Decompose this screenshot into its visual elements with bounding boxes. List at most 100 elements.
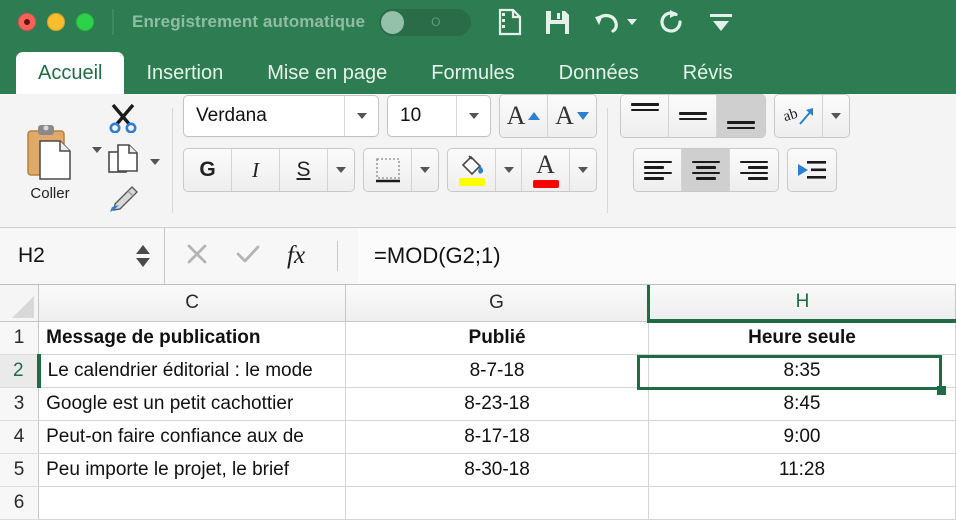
maximize-window-button[interactable] xyxy=(76,13,94,31)
underline-button[interactable]: S xyxy=(280,149,328,191)
align-center-button[interactable] xyxy=(682,149,730,191)
cell-c3-text: Google est un petit cachottier xyxy=(46,392,294,414)
name-box[interactable]: H2 xyxy=(0,228,165,284)
align-top-button[interactable] xyxy=(621,95,669,137)
cell-c5[interactable]: Peu importe le projet, le brief xyxy=(38,453,347,487)
align-right-button[interactable] xyxy=(730,149,778,191)
copy-icon[interactable] xyxy=(106,144,140,179)
column-header-h[interactable]: H xyxy=(648,285,956,323)
save-icon[interactable] xyxy=(544,9,571,36)
column-header-g[interactable]: G xyxy=(345,285,650,322)
cell-h6[interactable] xyxy=(648,486,956,520)
italic-button[interactable]: I xyxy=(232,149,280,191)
format-painter-icon[interactable] xyxy=(106,185,140,218)
confirm-formula-icon[interactable] xyxy=(235,242,261,271)
autosave-toggle[interactable]: O xyxy=(379,8,472,36)
row-header-4[interactable]: 4 xyxy=(0,420,40,454)
cell-h1[interactable]: Heure seule xyxy=(648,321,956,355)
tab-formules[interactable]: Formules xyxy=(409,52,536,94)
fill-color-dropdown-caret[interactable] xyxy=(496,149,522,191)
tab-mise-en-page[interactable]: Mise en page xyxy=(245,52,409,94)
tab-donnees[interactable]: Données xyxy=(537,52,661,94)
decrease-font-size-button[interactable]: A xyxy=(548,95,596,137)
font-size-dropdown-caret[interactable] xyxy=(456,96,490,136)
cell-c2-text: Le calendrier éditorial : le mode xyxy=(47,359,313,381)
minimize-window-button[interactable] xyxy=(47,13,65,31)
cut-icon[interactable] xyxy=(106,103,140,138)
cell-c4[interactable]: Peut-on faire confiance aux de xyxy=(38,420,347,454)
align-bottom-icon xyxy=(727,103,755,129)
row-header-5[interactable]: 5 xyxy=(0,453,40,487)
cell-g6[interactable] xyxy=(345,486,649,520)
fill-color-swatch xyxy=(458,178,485,186)
fill-color-button[interactable] xyxy=(448,149,496,191)
font-name-dropdown-caret[interactable] xyxy=(344,96,378,136)
font-color-swatch xyxy=(532,180,559,188)
align-left-button[interactable] xyxy=(634,149,682,191)
column-header-c[interactable]: C xyxy=(38,285,347,322)
decrease-indent-button[interactable] xyxy=(788,149,836,191)
bold-button[interactable]: G xyxy=(184,149,232,191)
spreadsheet-grid: C G H 1 Message de publication Publié He… xyxy=(0,285,956,520)
cell-c1[interactable]: Message de publication xyxy=(38,321,347,355)
paste-button[interactable]: Coller xyxy=(8,119,92,202)
insert-function-icon[interactable]: fx xyxy=(287,242,305,270)
name-box-stepper[interactable] xyxy=(136,245,164,267)
font-color-button[interactable]: A xyxy=(522,149,570,191)
undo-icon[interactable] xyxy=(592,9,638,35)
align-bottom-button[interactable] xyxy=(717,95,765,137)
cell-h5[interactable]: 11:28 xyxy=(648,453,956,487)
align-middle-button[interactable] xyxy=(669,95,717,137)
tab-accueil[interactable]: Accueil xyxy=(16,52,125,94)
clipboard-actions xyxy=(102,103,160,218)
cell-g5[interactable]: 8-30-18 xyxy=(345,453,649,487)
vertical-align-group xyxy=(620,94,766,138)
row-header-1[interactable]: 1 xyxy=(0,321,40,355)
paste-icon xyxy=(27,125,71,180)
paste-dropdown-caret[interactable] xyxy=(92,146,102,153)
cell-g3[interactable]: 8-23-18 xyxy=(345,387,649,421)
formula-input[interactable]: =MOD(G2;1) xyxy=(358,228,956,284)
close-window-button[interactable] xyxy=(18,13,36,31)
clipboard-group: Coller xyxy=(0,94,168,227)
cell-c2[interactable]: Le calendrier éditorial : le mode xyxy=(38,354,347,388)
cell-c3[interactable]: Google est un petit cachottier xyxy=(38,387,347,421)
row-header-2[interactable]: 2 xyxy=(0,354,41,388)
text-orientation-button[interactable]: ab xyxy=(775,95,823,137)
redo-icon[interactable] xyxy=(658,8,686,36)
cell-h4[interactable]: 9:00 xyxy=(648,420,956,454)
cell-h3[interactable]: 8:45 xyxy=(648,387,956,421)
cell-h2[interactable]: 8:35 xyxy=(648,354,956,388)
tab-insertion[interactable]: Insertion xyxy=(124,52,245,94)
fill-handle[interactable] xyxy=(937,386,946,395)
cell-c6[interactable] xyxy=(38,486,347,520)
column-header-row: C G H xyxy=(0,285,956,323)
group-divider-2 xyxy=(607,108,608,213)
customize-toolbar-icon[interactable] xyxy=(707,11,735,33)
row-header-6[interactable]: 6 xyxy=(0,486,40,520)
font-color-dropdown-caret[interactable] xyxy=(570,149,596,191)
select-all-corner[interactable] xyxy=(0,285,40,322)
row-header-3[interactable]: 3 xyxy=(0,387,40,421)
font-name-combo[interactable]: Verdana xyxy=(183,95,379,137)
ribbon-toolbar: Coller Verdana 10 A A G I S A ab xyxy=(0,94,956,228)
chevron-up-icon[interactable] xyxy=(136,245,150,254)
increase-font-size-button[interactable]: A xyxy=(500,95,548,137)
underline-dropdown-caret[interactable] xyxy=(328,149,354,191)
new-document-icon[interactable] xyxy=(497,8,523,36)
undo-dropdown-caret[interactable] xyxy=(627,19,638,25)
tab-revision[interactable]: Révis xyxy=(661,52,755,94)
underline-label: S xyxy=(296,158,311,181)
font-size-combo[interactable]: 10 xyxy=(387,95,491,137)
bold-label: G xyxy=(199,158,216,181)
borders-dropdown-caret[interactable] xyxy=(412,149,438,191)
copy-dropdown-caret[interactable] xyxy=(150,158,160,165)
cell-g1[interactable]: Publié xyxy=(345,321,649,355)
borders-button[interactable] xyxy=(364,149,412,191)
cancel-formula-icon[interactable] xyxy=(185,242,209,271)
cell-g2[interactable]: 8-7-18 xyxy=(345,354,649,388)
chevron-down-icon[interactable] xyxy=(136,258,150,267)
cell-g4[interactable]: 8-17-18 xyxy=(345,420,649,454)
horizontal-align-group xyxy=(633,148,779,192)
text-orientation-dropdown-caret[interactable] xyxy=(823,95,849,137)
